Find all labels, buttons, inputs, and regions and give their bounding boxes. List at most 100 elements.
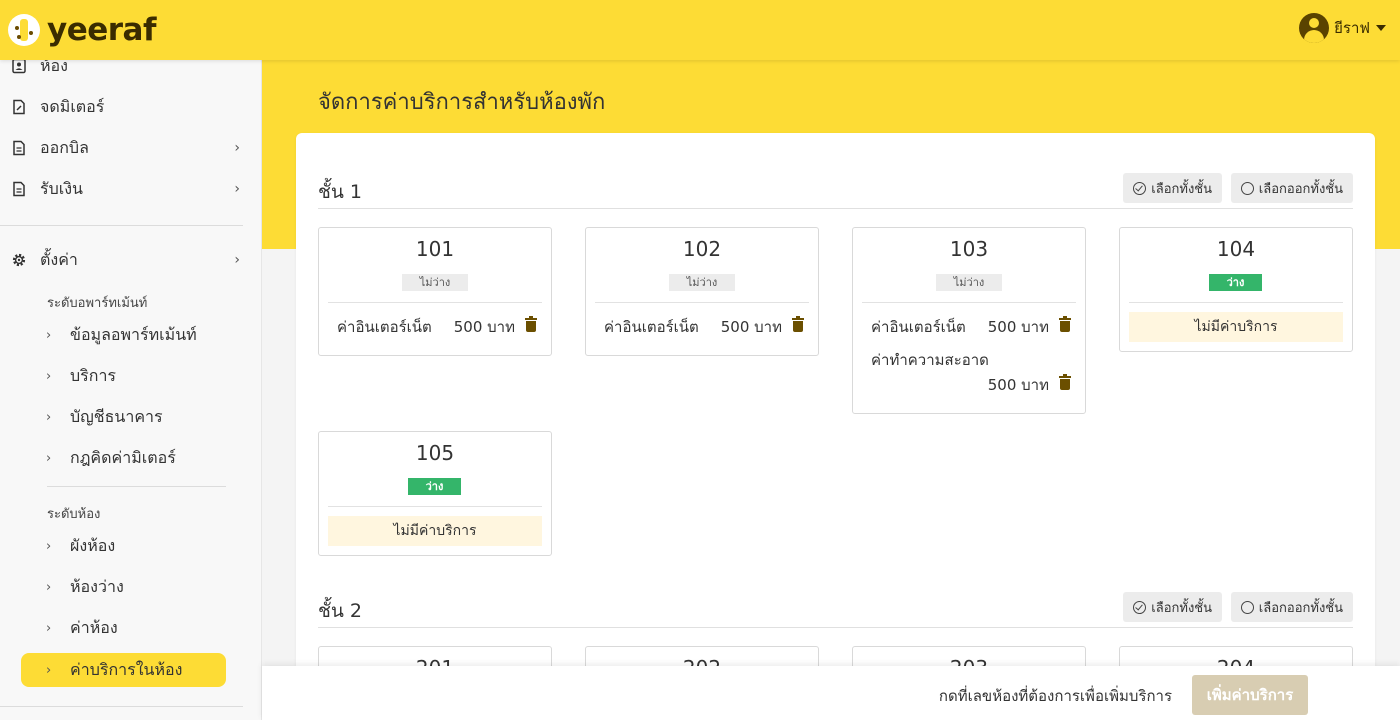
check-circle-icon bbox=[1133, 600, 1147, 614]
room-card: 101 ไม่ว่าง ค่าอินเตอร์เน็ต 500 บาท bbox=[318, 227, 552, 356]
add-service-hint: กดที่เลขห้องที่ต้องการเพื่อเพิ่มบริการ bbox=[938, 687, 1172, 705]
floor-title: ชั้น 2 bbox=[318, 600, 363, 622]
status-badge: ว่าง bbox=[1209, 274, 1262, 291]
room-number[interactable]: 101 bbox=[319, 237, 551, 261]
sidebar-item-meter[interactable]: จดมิเตอร์ bbox=[0, 89, 261, 125]
sidebar-divider bbox=[47, 486, 226, 487]
sidebar-item-room-layout[interactable]: › ผังห้อง bbox=[42, 529, 232, 563]
sidebar-item-room-services[interactable]: › ค่าบริการในห้อง bbox=[21, 653, 226, 687]
document-icon bbox=[10, 180, 28, 198]
content-panel bbox=[296, 133, 1375, 720]
sidebar-heading-apartment: ระดับอพาร์ทเม้นท์ bbox=[47, 296, 148, 311]
brand-logo[interactable]: yeeraf bbox=[8, 10, 156, 50]
chevron-right-icon: › bbox=[46, 409, 52, 425]
floor-header: ชั้น 2 เลือกทั้งชั้น เลือกออกทั้งชั้น bbox=[318, 592, 1353, 628]
deselect-all-floor-button[interactable]: เลือกออกทั้งชั้น bbox=[1230, 173, 1353, 203]
room-card: 105 ว่าง ไม่มีค่าบริการ bbox=[318, 431, 552, 556]
sidebar-item-label: จดมิเตอร์ bbox=[40, 96, 105, 116]
trash-icon[interactable] bbox=[792, 316, 804, 332]
sidebar-item-label: รับเงิน bbox=[40, 178, 83, 198]
service-price: 500 บาท bbox=[987, 376, 1049, 394]
trash-icon[interactable] bbox=[1059, 316, 1071, 332]
page-title: จัดการค่าบริการสำหรับห้องพัก bbox=[318, 90, 606, 115]
button-label: เลือกออกทั้งชั้น bbox=[1258, 181, 1343, 197]
gear-icon bbox=[10, 251, 28, 269]
service-name: ค่าอินเตอร์เน็ต bbox=[871, 318, 966, 336]
service-price: 500 บาท bbox=[720, 318, 782, 336]
divider bbox=[328, 302, 542, 303]
bottom-action-bar: กดที่เลขห้องที่ต้องการเพื่อเพิ่มบริการ เ… bbox=[262, 666, 1400, 720]
service-row: ค่าอินเตอร์เน็ต 500 บาท bbox=[871, 315, 1071, 337]
service-row: ค่าอินเตอร์เน็ต 500 บาท bbox=[337, 315, 537, 337]
trash-icon[interactable] bbox=[525, 316, 537, 332]
service-row: ค่าทำความสะอาด 500 บาท bbox=[871, 348, 1071, 398]
document-icon bbox=[10, 139, 28, 157]
status-badge: ไม่ว่าง bbox=[402, 274, 468, 291]
user-menu[interactable]: ยีราฟ bbox=[1299, 13, 1386, 43]
sidebar-item-rooms[interactable]: ห้อง bbox=[0, 60, 261, 84]
divider bbox=[1129, 302, 1343, 303]
service-price: 500 บาท bbox=[453, 318, 515, 336]
sidebar-item-payment[interactable]: รับเงิน › bbox=[0, 171, 261, 207]
chevron-right-icon: › bbox=[46, 662, 52, 678]
sidebar-divider bbox=[0, 225, 243, 226]
brand-name: yeeraf bbox=[47, 12, 156, 48]
room-number[interactable]: 103 bbox=[853, 237, 1085, 261]
select-all-floor-button[interactable]: เลือกทั้งชั้น bbox=[1123, 173, 1222, 203]
sidebar-item-apartment-info[interactable]: › ข้อมูลอพาร์ทเม้นท์ bbox=[42, 318, 232, 352]
service-name: ค่าอินเตอร์เน็ต bbox=[337, 318, 432, 336]
sidebar-item-billing[interactable]: ออกบิล › bbox=[0, 130, 261, 166]
chevron-right-icon: › bbox=[234, 252, 240, 268]
top-bar: yeeraf ยีราฟ bbox=[0, 0, 1400, 60]
sidebar-item-label: บริการ bbox=[70, 365, 117, 385]
select-all-floor-button[interactable]: เลือกทั้งชั้น bbox=[1123, 592, 1222, 622]
sidebar-item-bank-account[interactable]: › บัญชีธนาคาร bbox=[42, 400, 232, 434]
chevron-right-icon: › bbox=[46, 327, 52, 343]
deselect-all-floor-button[interactable]: เลือกออกทั้งชั้น bbox=[1230, 592, 1353, 622]
sidebar-item-settings[interactable]: ตั้งค่า › bbox=[0, 242, 261, 278]
circle-icon bbox=[1240, 181, 1254, 195]
room-card: 102 ไม่ว่าง ค่าอินเตอร์เน็ต 500 บาท bbox=[585, 227, 819, 356]
no-service-notice: ไม่มีค่าบริการ bbox=[328, 516, 542, 546]
avatar-icon bbox=[1299, 13, 1330, 43]
status-badge: ว่าง bbox=[408, 478, 461, 495]
room-number[interactable]: 102 bbox=[586, 237, 818, 261]
circle-icon bbox=[1240, 600, 1254, 614]
divider bbox=[328, 506, 542, 507]
chevron-right-icon: › bbox=[234, 140, 240, 156]
room-card: 104 ว่าง ไม่มีค่าบริการ bbox=[1119, 227, 1353, 352]
chevron-right-icon: › bbox=[46, 579, 52, 595]
chevron-right-icon: › bbox=[46, 450, 52, 466]
service-name: ค่าอินเตอร์เน็ต bbox=[604, 318, 699, 336]
room-number[interactable]: 104 bbox=[1120, 237, 1352, 261]
service-row: ค่าอินเตอร์เน็ต 500 บาท bbox=[604, 315, 804, 337]
contact-card-icon bbox=[10, 60, 28, 75]
sidebar-item-label: ห้องว่าง bbox=[70, 576, 124, 596]
sidebar-item-room-rent[interactable]: › ค่าห้อง bbox=[42, 611, 232, 645]
button-label: เลือกทั้งชั้น bbox=[1151, 181, 1212, 197]
sidebar: ห้อง จดมิเตอร์ ออกบิล › รับเงิน › ตั้งค่… bbox=[0, 60, 262, 720]
floor-header: ชั้น 1 เลือกทั้งชั้น เลือกออกทั้งชั้น bbox=[318, 173, 1353, 209]
service-name: ค่าทำความสะอาด bbox=[871, 351, 989, 369]
sidebar-divider bbox=[0, 706, 243, 707]
add-service-button[interactable]: เพิ่มค่าบริการ bbox=[1192, 675, 1308, 715]
sidebar-item-label: ออกบิล bbox=[40, 137, 89, 157]
trash-icon[interactable] bbox=[1059, 374, 1071, 390]
sidebar-item-label: ห้อง bbox=[40, 60, 68, 75]
sidebar-item-vacant-rooms[interactable]: › ห้องว่าง bbox=[42, 570, 232, 604]
sidebar-item-label: ค่าห้อง bbox=[70, 617, 118, 637]
sidebar-item-services[interactable]: › บริการ bbox=[42, 359, 232, 393]
sidebar-item-label: กฎคิดค่ามิเตอร์ bbox=[70, 447, 176, 467]
divider bbox=[595, 302, 809, 303]
giraffe-icon bbox=[8, 14, 40, 46]
sidebar-item-label: บัญชีธนาคาร bbox=[70, 406, 163, 426]
button-label: เลือกออกทั้งชั้น bbox=[1258, 600, 1343, 616]
status-badge: ไม่ว่าง bbox=[669, 274, 735, 291]
sidebar-item-meter-rules[interactable]: › กฎคิดค่ามิเตอร์ bbox=[42, 441, 232, 475]
status-badge: ไม่ว่าง bbox=[936, 274, 1002, 291]
room-number[interactable]: 105 bbox=[319, 441, 551, 465]
no-service-notice: ไม่มีค่าบริการ bbox=[1129, 312, 1343, 342]
sidebar-item-label: ค่าบริการในห้อง bbox=[70, 659, 183, 679]
sidebar-item-label: ตั้งค่า bbox=[40, 249, 78, 269]
room-card: 103 ไม่ว่าง ค่าอินเตอร์เน็ต 500 บาท ค่าท… bbox=[852, 227, 1086, 414]
